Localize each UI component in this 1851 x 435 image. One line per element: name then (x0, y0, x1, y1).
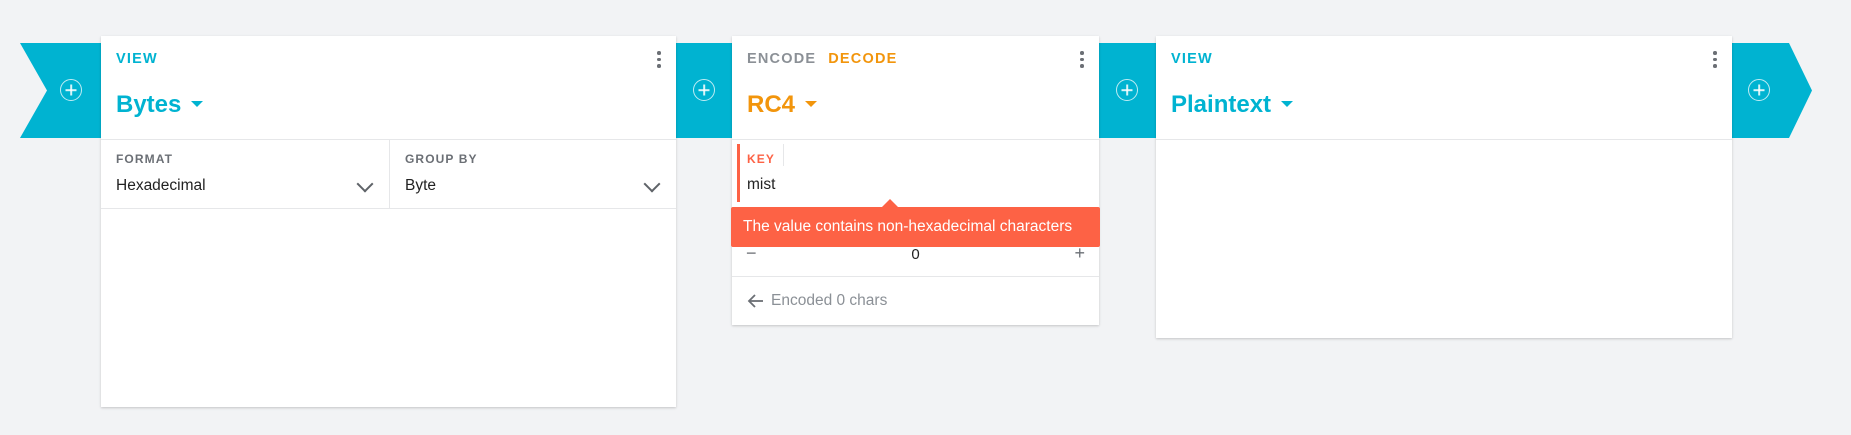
operation-select[interactable]: Bytes (116, 91, 204, 119)
bytes-view-card: VIEW Bytes FORMAT Hexadecimal GROUP BY B… (101, 36, 676, 407)
status-text: Encoded 0 chars (771, 292, 888, 309)
group-by-select[interactable]: GROUP BY Byte (390, 140, 676, 209)
caret-down-icon (191, 100, 204, 107)
card-header: VIEW Plaintext (1156, 36, 1732, 140)
card-header: ENCODE DECODE RC4 (732, 36, 1099, 140)
operation-title: Plaintext (1171, 91, 1272, 118)
chevron-down-icon (356, 175, 374, 193)
error-tooltip: The value contains non-hexadecimal chara… (731, 199, 1100, 247)
format-value: Hexadecimal (116, 177, 206, 194)
operation-title: Bytes (116, 91, 182, 118)
key-label: KEY (747, 152, 775, 166)
tab-view[interactable]: VIEW (1171, 51, 1213, 67)
tab-encode[interactable]: ENCODE (747, 51, 816, 67)
add-operation-icon[interactable] (1116, 79, 1138, 101)
more-options-icon[interactable] (1712, 51, 1718, 69)
caret-down-icon (1281, 100, 1294, 107)
plaintext-output[interactable] (1156, 140, 1732, 338)
operation-title: RC4 (747, 91, 796, 118)
key-label-divider (783, 144, 784, 166)
card-tabs: VIEW (1171, 51, 1225, 67)
arrow-left-icon (747, 294, 763, 308)
card-tabs: ENCODE DECODE (747, 51, 910, 67)
key-input[interactable]: mist (747, 176, 775, 194)
card-tabs: VIEW (116, 51, 170, 67)
card-header: VIEW Bytes (101, 36, 676, 140)
add-operation-icon[interactable] (1748, 79, 1770, 101)
add-operation-icon[interactable] (60, 79, 82, 101)
more-options-icon[interactable] (1079, 51, 1085, 69)
format-select[interactable]: FORMAT Hexadecimal (101, 140, 390, 209)
more-options-icon[interactable] (656, 51, 662, 69)
format-label: FORMAT (116, 152, 174, 166)
operation-select[interactable]: Plaintext (1171, 91, 1294, 119)
error-indicator (737, 144, 740, 202)
add-operation-icon[interactable] (693, 79, 715, 101)
tab-decode[interactable]: DECODE (828, 51, 897, 67)
rc4-card: ENCODE DECODE RC4 KEY mist − 0 + Encoded … (732, 36, 1099, 325)
pipeline-end-chevron (1732, 43, 1812, 138)
key-field[interactable]: KEY mist (732, 140, 1099, 204)
chevron-down-icon (643, 175, 661, 193)
status-bar: Encoded 0 chars (732, 277, 1099, 325)
drop-stepper: − 0 + (732, 243, 1099, 277)
group-by-label: GROUP BY (405, 152, 478, 166)
plaintext-view-card: VIEW Plaintext (1156, 36, 1732, 338)
operation-select[interactable]: RC4 (747, 91, 818, 119)
tab-view[interactable]: VIEW (116, 51, 158, 67)
caret-down-icon (805, 100, 818, 107)
drop-value[interactable]: 0 (732, 246, 1099, 263)
group-by-value: Byte (405, 177, 437, 194)
